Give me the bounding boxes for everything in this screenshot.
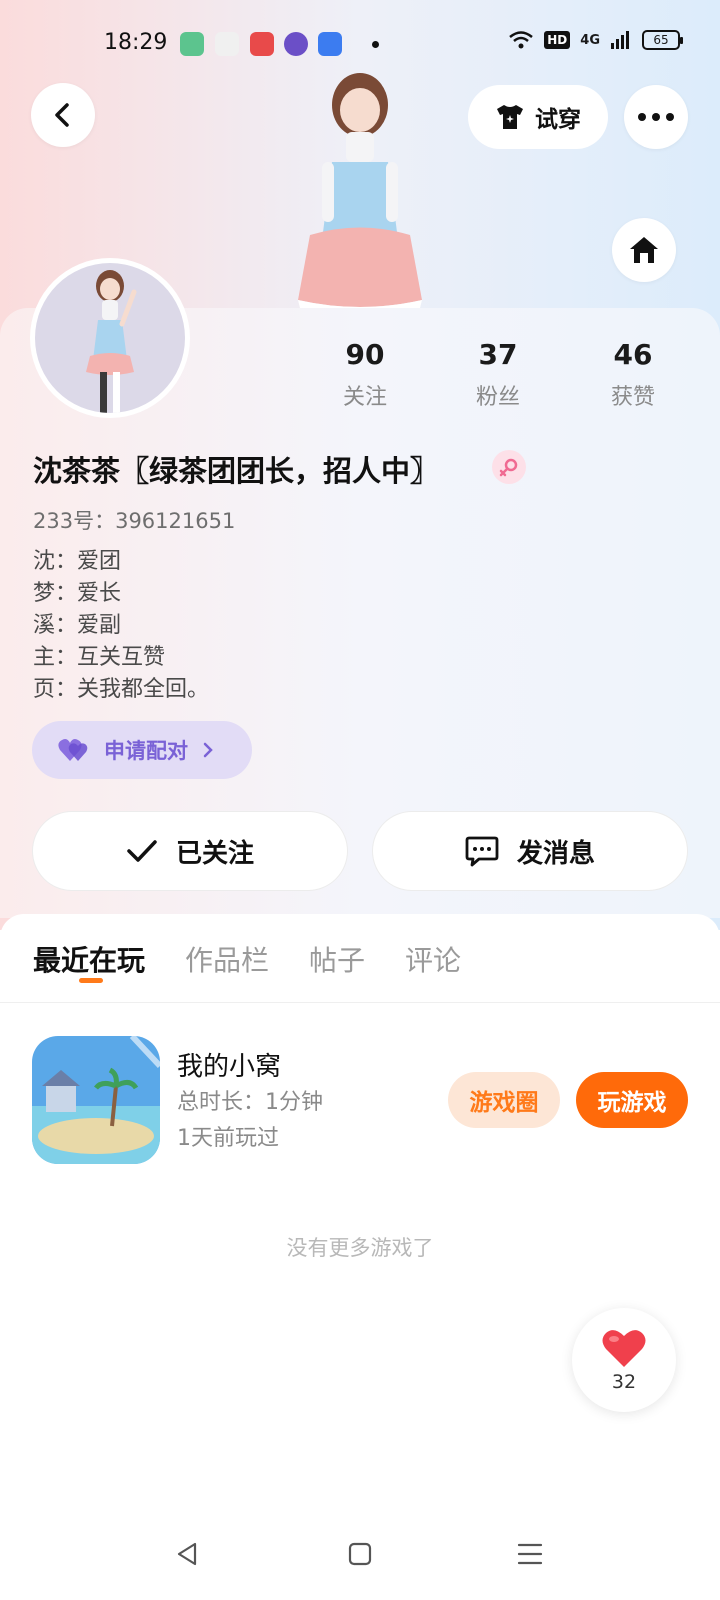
system-nav-bar — [0, 1520, 720, 1600]
try-on-button[interactable]: 试穿 — [468, 85, 608, 149]
app-notification-icon — [284, 32, 308, 56]
menu-lines-icon — [517, 1543, 543, 1565]
nav-back-button[interactable] — [168, 1534, 208, 1574]
wifi-icon — [509, 31, 534, 49]
more-dots-icon — [638, 113, 674, 121]
tab-posts[interactable]: 帖子 — [309, 939, 365, 979]
bio-line: 主：互关互赞 — [33, 645, 166, 670]
chat-bubble-icon — [465, 836, 499, 867]
netease-music-icon — [250, 32, 274, 56]
send-message-button[interactable]: 发消息 — [372, 811, 688, 891]
tab-comments[interactable]: 评论 — [405, 939, 461, 979]
triangle-back-icon — [177, 1542, 197, 1566]
game-circle-button[interactable]: 游戏圈 — [448, 1072, 560, 1128]
try-on-label: 试穿 — [535, 107, 581, 133]
network-type: 4G — [580, 32, 600, 48]
signal-icon — [611, 31, 629, 49]
nav-menu-button[interactable] — [510, 1534, 550, 1574]
more-notifications-dot — [372, 41, 379, 48]
game-title: 我的小窝 — [177, 1052, 282, 1082]
bio-line: 溪：爱副 — [33, 613, 122, 638]
checkmark-icon — [127, 840, 157, 862]
bio-line: 梦：爱长 — [33, 581, 122, 606]
bio: 沈：爱团 梦：爱长 溪：爱副 主：互关互赞 页：关我都全回。 — [33, 546, 209, 706]
play-game-button[interactable]: 玩游戏 — [576, 1072, 688, 1128]
back-button[interactable] — [31, 83, 95, 147]
game-last-played: 1天前玩过 — [177, 1126, 279, 1151]
bio-line: 页：关我都全回。 — [33, 677, 210, 702]
more-button[interactable] — [624, 85, 688, 149]
apply-pair-label: 申请配对 — [104, 739, 188, 763]
hd-badge: HD — [544, 31, 571, 49]
tab-recently-played[interactable]: 最近在玩 — [33, 939, 145, 979]
game-cover-image — [32, 1036, 160, 1164]
followers-count: 37 — [478, 338, 518, 371]
tabs-divider — [0, 1002, 720, 1003]
like-button[interactable]: 32 — [572, 1308, 676, 1412]
bio-line: 沈：爱团 — [33, 549, 122, 574]
avatar[interactable] — [30, 258, 190, 418]
status-right-group: HD 4G 65 — [508, 30, 683, 50]
following-label: 关注 — [342, 385, 387, 410]
home-icon — [630, 237, 658, 263]
like-count: 32 — [611, 1371, 637, 1393]
avatar-figure — [86, 270, 137, 413]
battery-icon: 65 — [642, 30, 683, 50]
chevron-right-icon — [203, 742, 213, 758]
game-duration: 总时长：1分钟 — [177, 1090, 323, 1115]
followers-label: 粉丝 — [475, 385, 520, 410]
home-button[interactable] — [612, 218, 676, 282]
followed-button[interactable]: 已关注 — [32, 811, 348, 891]
wechat-icon — [215, 32, 239, 56]
following-count: 90 — [345, 338, 385, 371]
likes-count: 46 — [613, 338, 653, 371]
chat-app-icon — [318, 32, 342, 56]
avatar-3d-figure — [298, 73, 422, 310]
active-tab-indicator — [79, 978, 103, 983]
likes-label: 获赞 — [610, 385, 655, 410]
profile-tabs: 最近在玩 作品栏 帖子 评论 — [33, 939, 461, 979]
followed-label: 已关注 — [175, 838, 254, 869]
stat-followers[interactable]: 37 粉丝 — [443, 338, 553, 411]
female-gender-icon — [492, 450, 526, 484]
tshirt-icon — [497, 105, 523, 129]
apply-pair-button[interactable]: 申请配对 — [32, 721, 252, 779]
heart-icon — [602, 1330, 646, 1367]
stat-following[interactable]: 90 关注 — [310, 338, 420, 411]
avatar-image — [35, 263, 185, 413]
nickname: 沈茶茶〖绿茶团团长，招人中〗 — [33, 454, 440, 488]
game-icon[interactable] — [32, 1036, 160, 1164]
no-more-games-text: 没有更多游戏了 — [286, 1236, 434, 1260]
stat-likes[interactable]: 46 获赞 — [578, 338, 688, 411]
nav-home-button[interactable] — [340, 1534, 380, 1574]
back-arrow-icon — [55, 103, 69, 127]
status-time: 18:29 — [104, 30, 168, 55]
tab-works[interactable]: 作品栏 — [185, 939, 269, 979]
heart-pair-icon — [58, 739, 88, 761]
content-section: 最近在玩 作品栏 帖子 评论 我的小窝 总时长：1分钟 1天前玩过 游戏圈 玩游… — [0, 914, 720, 1600]
user-id: 233号：396121651 — [33, 509, 236, 533]
music-app-icon — [180, 32, 204, 56]
square-home-icon — [348, 1542, 372, 1566]
send-message-label: 发消息 — [516, 838, 595, 869]
battery-level: 65 — [653, 33, 669, 47]
